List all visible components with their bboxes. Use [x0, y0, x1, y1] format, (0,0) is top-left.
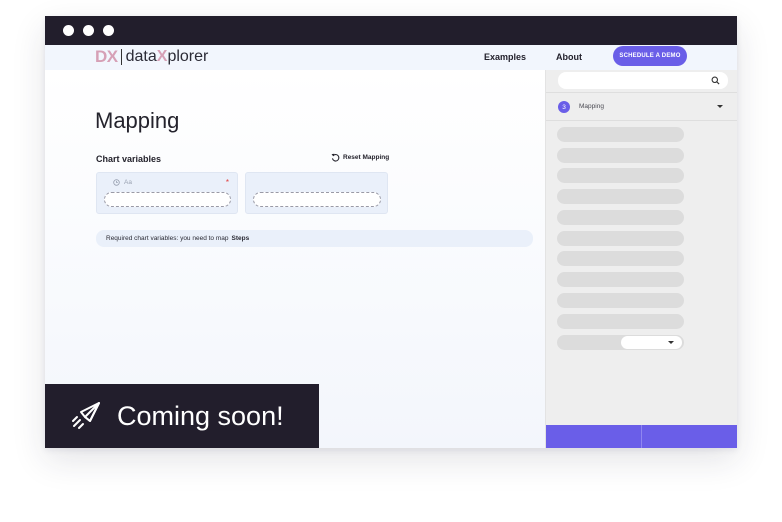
top-navbar: DX dataXplorer Examples About SCHEDULE A…	[45, 45, 737, 70]
placeholder-row	[557, 251, 684, 266]
select-dropdown[interactable]	[621, 336, 682, 349]
chevron-down-icon	[668, 341, 674, 344]
reset-mapping-button[interactable]: Reset Mapping	[331, 153, 389, 162]
placeholder-row	[557, 168, 684, 183]
browser-window: DX dataXplorer Examples About SCHEDULE A…	[45, 16, 737, 448]
placeholder-row	[557, 210, 684, 225]
notice-text: Required chart variables: you need to ma…	[106, 235, 229, 242]
variable-type: Aa	[113, 179, 132, 186]
side-panel: 3 Mapping	[545, 70, 737, 448]
search-icon	[711, 76, 720, 85]
step-label: Mapping	[579, 103, 604, 110]
chart-variables-label: Chart variables	[96, 154, 162, 164]
placeholder-row	[557, 127, 684, 142]
required-variables-notice: Required chart variables: you need to ma…	[96, 230, 533, 247]
dimension-dropzone[interactable]	[104, 192, 231, 207]
logo-separator	[120, 49, 122, 65]
placeholder-row	[557, 272, 684, 287]
reset-mapping-label: Reset Mapping	[343, 154, 390, 161]
chart-variable-slot	[245, 172, 388, 214]
step-number-badge: 3	[558, 101, 570, 113]
coming-soon-banner: Coming soon!	[45, 384, 319, 448]
rocket-icon	[72, 402, 100, 429]
variable-type-label: Aa	[124, 179, 132, 186]
schedule-demo-button[interactable]: SCHEDULE A DEMO	[613, 46, 687, 66]
divider	[546, 120, 737, 121]
panel-footer-bar	[546, 425, 737, 448]
nav-link-about[interactable]: About	[556, 52, 582, 62]
logo[interactable]: DX dataXplorer	[95, 47, 208, 67]
window-dot[interactable]	[83, 25, 94, 36]
placeholder-row	[557, 231, 684, 246]
required-marker: *	[225, 178, 229, 187]
history-icon	[331, 153, 340, 162]
search-input[interactable]	[558, 72, 728, 89]
dimension-dropzone[interactable]	[253, 192, 381, 207]
notice-variable: Steps	[231, 235, 250, 242]
logo-mark: DX	[95, 47, 118, 66]
placeholder-row	[557, 293, 684, 308]
placeholder-row	[557, 148, 684, 163]
placeholder-row	[557, 314, 684, 329]
clock-icon	[113, 179, 120, 186]
page-title: Mapping	[95, 108, 180, 133]
placeholder-row	[557, 335, 684, 350]
divider	[546, 92, 737, 93]
window-dot[interactable]	[63, 25, 74, 36]
placeholder-row	[557, 189, 684, 204]
logo-name: dataXplorer	[125, 48, 209, 65]
nav-link-examples[interactable]: Examples	[484, 52, 526, 62]
window-titlebar	[45, 16, 737, 45]
chart-variable-slot: Aa *	[96, 172, 238, 214]
coming-soon-text: Coming soon!	[117, 400, 284, 431]
footer-split	[641, 425, 642, 448]
chevron-down-icon[interactable]	[717, 105, 723, 108]
window-dot[interactable]	[103, 25, 114, 36]
